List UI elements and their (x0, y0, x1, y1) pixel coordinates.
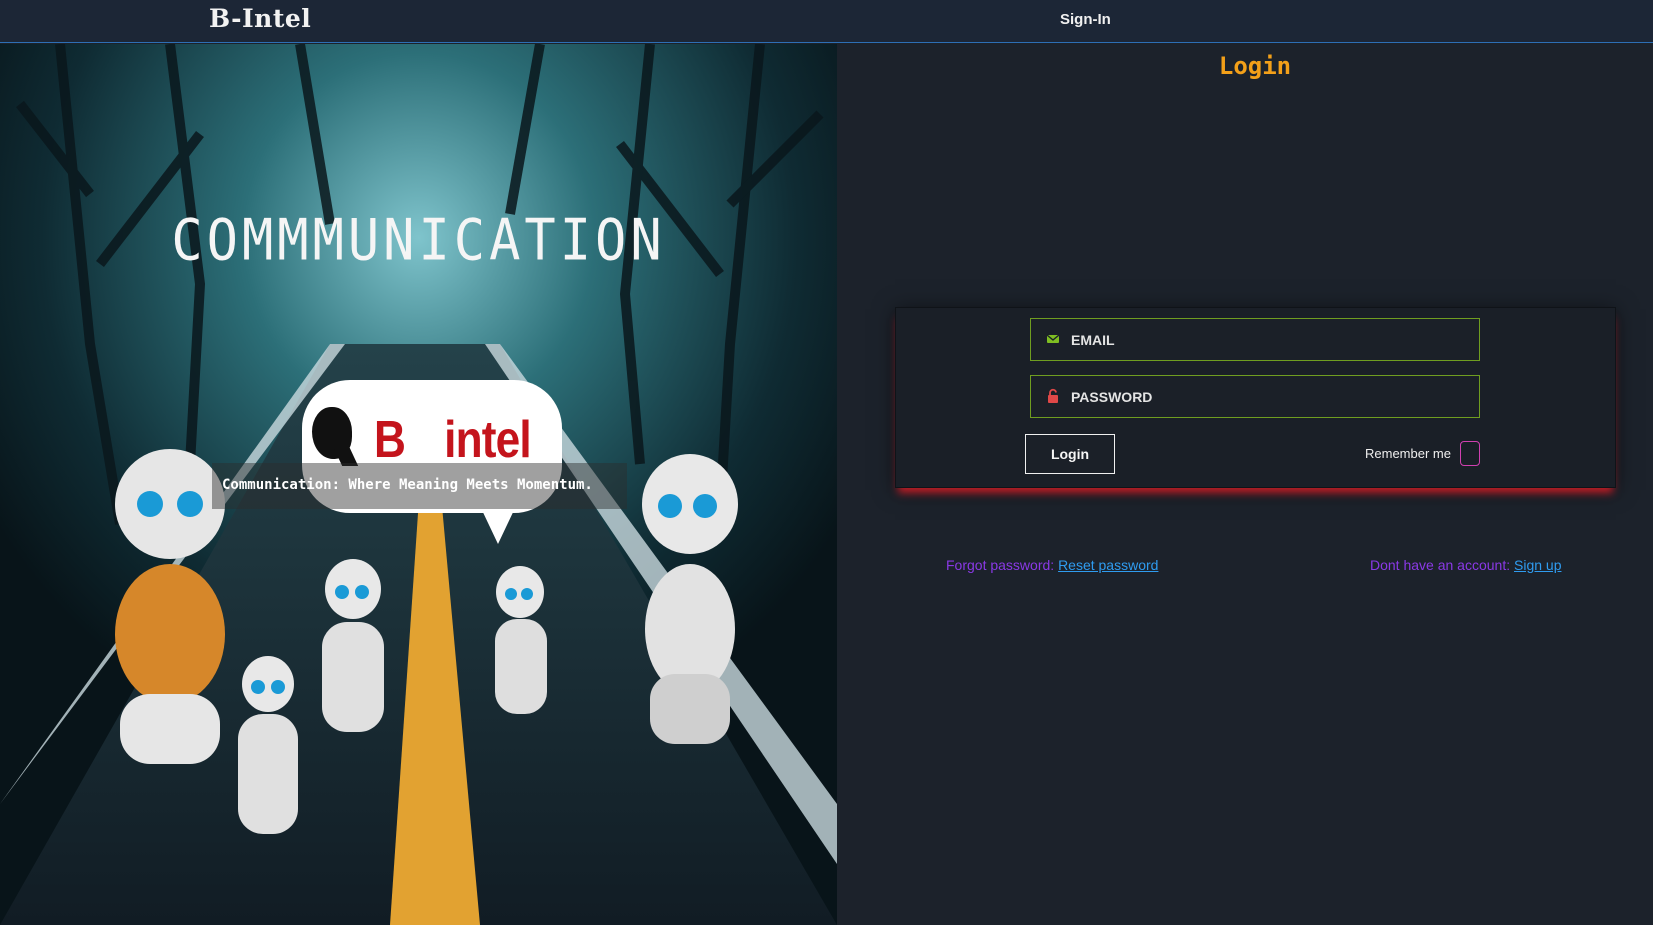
password-field (1030, 375, 1480, 418)
nav-link-sign-in[interactable]: Sign-In (1060, 11, 1111, 28)
hero-caption: Communication: Where Meaning Meets Momen… (222, 477, 593, 493)
remember-me-checkbox[interactable] (1460, 441, 1480, 466)
hero-title: COMMMUNICATION (171, 208, 666, 274)
email-field (1030, 318, 1480, 361)
forgot-password-row: Forgot password: Reset password (946, 557, 1158, 573)
robot-orange (115, 449, 225, 764)
top-navbar: B-Intel Sign-In (0, 0, 1653, 43)
envelope-icon (1046, 334, 1060, 343)
speech-bubble-tail (480, 506, 516, 544)
robot-small-center-left (322, 559, 384, 732)
sign-up-link[interactable]: Sign up (1514, 557, 1561, 573)
logo-word-intel: intel (444, 411, 531, 469)
robot-small-center-right (495, 566, 547, 714)
password-input[interactable] (1071, 376, 1471, 417)
brand-logo[interactable]: B-Intel (209, 4, 311, 33)
hero-caption-box: Communication: Where Meaning Meets Momen… (212, 463, 627, 509)
bintel-logo: Bintel (374, 410, 532, 470)
forgot-password-prefix: Forgot password: (946, 557, 1055, 573)
robot-small-left (238, 656, 298, 834)
login-button[interactable]: Login (1025, 434, 1115, 474)
login-title: Login (1218, 52, 1292, 80)
robot-right (642, 454, 738, 744)
unlock-icon (1048, 388, 1058, 403)
logo-letter-b: B (374, 411, 406, 469)
remember-me-label: Remember me (1365, 446, 1451, 461)
signup-prefix: Dont have an account: (1370, 557, 1511, 573)
signup-row: Dont have an account: Sign up (1370, 557, 1561, 573)
hero-image: COMMMUNICATION Bintel Communication: Whe… (0, 44, 837, 925)
email-input[interactable] (1071, 319, 1471, 360)
reset-password-link[interactable]: Reset password (1058, 557, 1158, 573)
